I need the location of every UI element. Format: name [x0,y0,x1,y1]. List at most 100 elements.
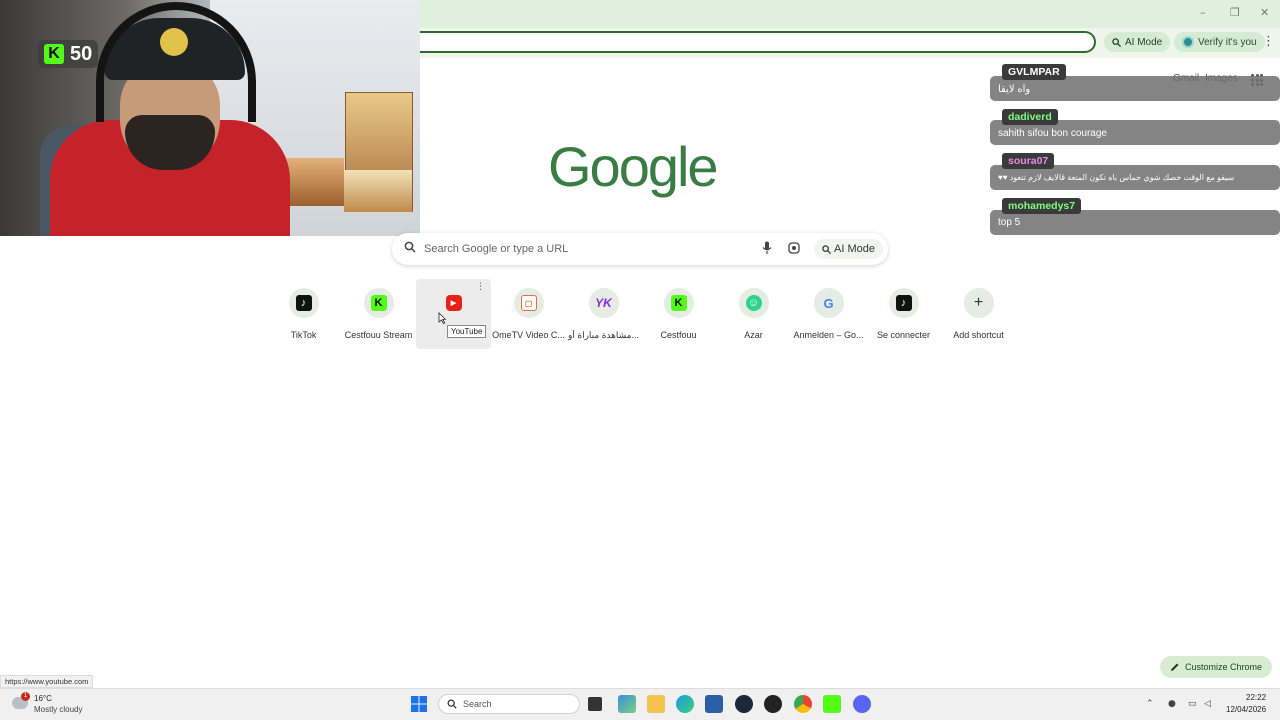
ai-search-icon [1112,37,1121,47]
microphone-icon[interactable]: ● [1168,699,1176,709]
omnibox-ai-mode-button[interactable]: AI Mode [1104,32,1171,52]
chat-username: GVLMPAR [1002,64,1066,80]
widgets-icon[interactable] [618,695,636,713]
viewer-count-badge: K 50 [38,40,99,68]
shortcut-more-icon[interactable]: ⋮ [476,282,485,292]
close-window-button[interactable]: ✕ [1260,6,1269,19]
pencil-icon [1171,663,1179,671]
chat-username: soura07 [1002,153,1055,169]
chevron-up-icon[interactable]: ⌃ [1146,699,1154,709]
ai-mode-label: AI Mode [834,243,875,255]
shortcut-label: Add shortcut [953,330,1004,340]
verify-label: Verify it's you [1198,36,1257,48]
viewer-count: 50 [70,42,93,65]
shortcut-cestfouu-stream[interactable]: K Cestfouu Stream [341,279,416,349]
chat-text: واه لايقا [998,84,1031,95]
chat-username-text: soura07 [1008,155,1049,167]
shortcut-grid: ♪ TikTok K Cestfouu Stream ⋮ ▶ Yo ▢ OmeT… [266,279,1014,349]
chat-username-text: GVLMPAR [1008,66,1060,78]
microphone-icon[interactable] [762,241,772,255]
tiktok-icon: ♪ [895,295,912,311]
notification-badge: 1 [21,692,30,701]
shortcut-tiktok[interactable]: ♪ TikTok [266,279,341,349]
shortcut-label: Anmelden – Go... [793,330,864,340]
profile-avatar-icon [1182,36,1194,48]
shortcut-label: OmeTV Video C... [492,330,565,340]
shortcut-label: Cestfouu [660,330,697,340]
maximize-button[interactable]: ❐ [1230,6,1240,19]
add-shortcut-button[interactable]: + Add shortcut [941,279,1016,349]
address-bar[interactable] [420,31,1096,53]
shortcut-youtube[interactable]: ⋮ ▶ Yo [416,279,491,349]
shortcut-tile: ♪ [888,288,919,318]
steam-icon[interactable] [735,695,753,713]
shortcut-label: مشاهدة مباراة أو... [568,330,639,340]
ai-mode-button[interactable]: AI Mode [814,239,883,259]
ai-search-icon [822,244,831,254]
shortcut-azar[interactable]: ☺ Azar [716,279,791,349]
edge-icon[interactable] [676,695,694,713]
search-placeholder[interactable]: Search Google or type a URL [424,243,568,255]
azar-icon: ☺ [745,295,762,311]
chrome-icon[interactable] [794,695,812,713]
shortcut-tile: + [963,288,994,318]
microsoft-store-icon[interactable] [705,695,723,713]
chat-username-text: dadiverd [1008,111,1052,123]
taskbar-search[interactable]: Search [438,694,580,714]
customize-label: Customize Chrome [1185,662,1263,672]
omnibox-ai-mode-label: AI Mode [1125,36,1163,48]
shortcut-label: Azar [744,330,763,340]
webcam-overlay: K 50 [0,0,420,236]
product-box [282,158,344,206]
chat-text: ♥♥ سيفو مع الوقت خصك شوي حماس باه تكون ا… [998,173,1235,182]
discord-icon[interactable] [853,695,871,713]
shortcut-tile: K [663,288,694,318]
plus-icon: + [973,294,984,311]
chat-username: mohamedys7 [1002,198,1082,214]
volume-icon[interactable]: ◁ [1204,699,1211,709]
tab-strip [420,0,1280,28]
chat-username: dadiverd [1002,109,1058,125]
shortcut-google-signin[interactable]: G Anmelden – Go... [791,279,866,349]
status-bar-url: https://www.youtube.com [0,675,94,688]
shortcut-tile: K [363,288,394,318]
customize-chrome-button[interactable]: Customize Chrome [1160,656,1273,678]
task-view-icon[interactable] [588,697,602,711]
shortcut-tooltip: YouTube [447,325,487,338]
shortcut-cestfouu[interactable]: K Cestfouu [641,279,716,349]
shortcut-label: Se connecter [876,330,931,340]
browser-menu-icon[interactable]: ⋮ [1262,34,1275,49]
kick-app-icon[interactable] [823,695,841,713]
chat-text: sahith sifou bon courage [998,128,1107,139]
product-box [344,170,412,212]
taskbar [0,688,1280,720]
weather-temperature[interactable]: 16°C [34,694,52,703]
tiktok-icon: ♪ [295,295,312,311]
shortcut-tile: ☺ [738,288,769,318]
file-explorer-icon[interactable] [647,695,665,713]
network-icon[interactable]: ▭ [1188,699,1197,709]
google-lens-icon[interactable] [788,242,800,254]
kick-icon: K [370,295,387,311]
shortcut-yk[interactable]: YK مشاهدة مباراة أو... [566,279,641,349]
mouse-cursor-icon [438,312,446,324]
kick-icon: K [44,44,64,64]
verify-identity-button[interactable]: Verify it's you [1174,32,1265,52]
shortcut-label: TikTok [290,330,317,340]
media-player-icon[interactable] [764,695,782,713]
clock-time[interactable]: 22:22 [1246,693,1266,702]
shortcut-se-connecter[interactable]: ♪ Se connecter [866,279,941,349]
taskbar-search-label: Search [463,699,492,709]
windows-start-icon[interactable] [410,695,428,713]
shortcut-ometv[interactable]: ▢ OmeTV Video C... [491,279,566,349]
chat-text: top 5 [998,217,1021,228]
google-icon: G [823,295,834,311]
youtube-icon: ▶ [445,295,462,311]
weather-description[interactable]: Mostly cloudy [34,705,82,714]
google-logo: Google [548,135,719,198]
clock-date[interactable]: 12/04/2026 [1226,705,1266,714]
minimize-button[interactable]: – [1200,6,1206,19]
search-icon [404,241,416,253]
kick-icon: K [670,295,687,311]
shortcut-tile: YK [588,288,619,318]
